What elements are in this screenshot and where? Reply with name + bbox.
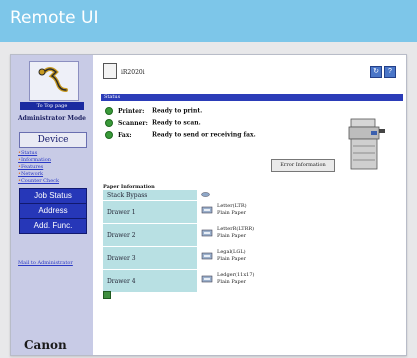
printer-icon [103, 63, 117, 79]
browser-screen: To Top page Administrator Mode Device St… [10, 54, 407, 356]
paper-tray-icon [201, 229, 213, 237]
mail-admin-link[interactable]: Mail to Administrator [18, 260, 90, 267]
paper-type: Plain Paper [217, 210, 247, 216]
paper-type: Plain Paper [217, 233, 247, 239]
paper-tray-icon [201, 275, 213, 283]
status-label: Scanner: [118, 119, 148, 127]
paper-tray-icon [201, 192, 210, 197]
device-model: iR2020i [121, 69, 145, 76]
paper-tray-icon [201, 206, 213, 214]
top-page-badge[interactable]: To Top page [20, 102, 84, 110]
error-information-button[interactable]: Error Information [271, 159, 335, 172]
status-light-icon [105, 107, 113, 115]
paper-row: Drawer 1 Letter(LTR) Plain Paper [103, 201, 283, 223]
subnav-item-status[interactable]: Status [18, 150, 90, 157]
paper-details: LetterR(LTRR) Plain Paper [217, 226, 254, 240]
paper-source: Stack Bypass [103, 190, 197, 200]
paper-row: Drawer 3 Legal(LGL) Plain Paper [103, 247, 283, 269]
status-label: Fax: [118, 131, 132, 139]
status-value: Ready to send or receiving fax. [152, 131, 256, 139]
subnav-item-features[interactable]: Features [18, 164, 90, 171]
status-row-printer: Printer: Ready to print. [105, 107, 202, 115]
status-light-icon [105, 119, 113, 127]
paper-source: Drawer 3 [103, 247, 197, 269]
paper-size: Legal(LGL) [217, 249, 246, 255]
paper-source: Drawer 4 [103, 270, 197, 292]
paper-row: Stack Bypass [103, 190, 283, 200]
status-light-icon [103, 291, 111, 299]
status-section-header: Status [101, 94, 403, 101]
status-row-fax: Fax: Ready to send or receiving fax. [105, 131, 256, 139]
paper-details: Letter(LTR) Plain Paper [217, 203, 247, 217]
status-light-icon [105, 131, 113, 139]
paper-size: Letter(LTR) [217, 203, 247, 209]
device-button[interactable]: Device [19, 132, 87, 148]
address-button[interactable]: Address [19, 203, 87, 219]
paper-source: Drawer 1 [103, 201, 197, 223]
paper-size: LetterR(LTRR) [217, 226, 255, 232]
paper-source: Drawer 2 [103, 224, 197, 246]
status-value: Ready to scan. [152, 119, 201, 127]
paper-size: Ledger(11x17) [217, 272, 255, 278]
paper-tray-icon [201, 252, 213, 260]
help-icon[interactable]: ? [384, 66, 396, 78]
title-bar: Remote UI [0, 0, 417, 42]
paper-details: Ledger(11x17) Plain Paper [217, 272, 254, 286]
subnav-item-network[interactable]: Network [18, 171, 90, 178]
add-func-button[interactable]: Add. Func. [19, 218, 87, 234]
screenshot-frame: To Top page Administrator Mode Device St… [0, 42, 417, 358]
admin-mode-label: Administrator Mode [18, 115, 86, 122]
paper-table: Stack Bypass Drawer 1 Letter(LTR) Plain … [103, 190, 283, 293]
main-content: iR2020i ↻ ? Status Printer: Ready to prin… [93, 55, 406, 355]
wrench-logo-icon [29, 61, 79, 101]
paper-type: Plain Paper [217, 279, 247, 285]
page-title: Remote UI [10, 8, 99, 28]
paper-row: Drawer 4 Ledger(11x17) Plain Paper [103, 270, 283, 292]
status-value: Ready to print. [152, 107, 203, 115]
device-subnav: Status Information Features Network Coun… [18, 150, 90, 185]
subnav-item-information[interactable]: Information [18, 157, 90, 164]
job-status-button[interactable]: Job Status [19, 188, 87, 204]
refresh-icon[interactable]: ↻ [370, 66, 382, 78]
paper-details: Legal(LGL) Plain Paper [217, 249, 246, 263]
subnav-item-counter-check[interactable]: Counter Check [18, 178, 90, 185]
canon-logo: Canon [24, 338, 67, 352]
status-label: Printer: [118, 107, 145, 115]
paper-row: Drawer 2 LetterR(LTRR) Plain Paper [103, 224, 283, 246]
status-row-scanner: Scanner: Ready to scan. [105, 119, 201, 127]
sidebar: To Top page Administrator Mode Device St… [11, 55, 93, 355]
copier-image [345, 117, 387, 171]
paper-type: Plain Paper [217, 256, 247, 262]
